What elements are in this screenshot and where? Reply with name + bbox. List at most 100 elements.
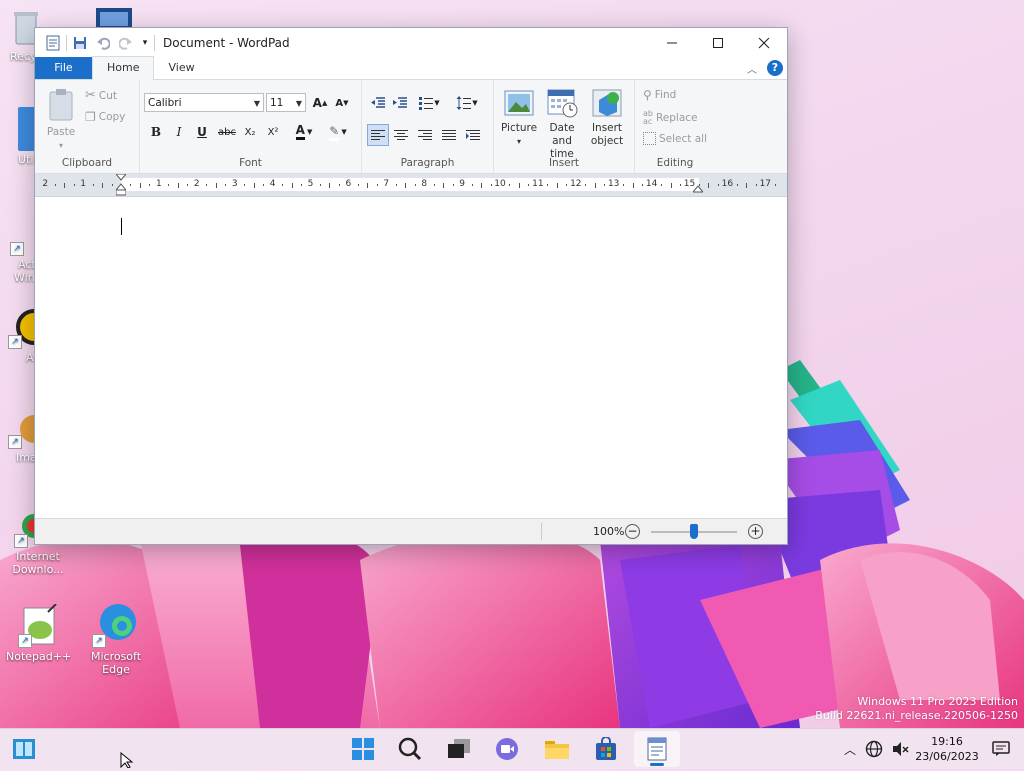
tab-home[interactable]: Home (92, 56, 155, 80)
find-button[interactable]: ⚲ Find (643, 88, 676, 102)
insert-object-button[interactable]: Insert object (586, 88, 628, 148)
tab-file[interactable]: File (35, 57, 92, 79)
text-color-button[interactable]: A ▼ (290, 122, 318, 142)
task-view-widget-icon[interactable] (10, 735, 38, 763)
teams-chat-button[interactable] (493, 735, 521, 763)
ruler-tick (680, 184, 682, 186)
chevron-down-icon: ▼ (295, 99, 302, 108)
wordpad-taskbar-button[interactable] (634, 731, 680, 767)
minimize-button[interactable] (649, 28, 695, 57)
align-right-button[interactable] (415, 125, 435, 145)
network-globe-icon[interactable] (862, 735, 886, 763)
ruler-tick (518, 182, 520, 188)
superscript-button[interactable]: X² (263, 122, 283, 142)
zoom-out-button[interactable]: − (625, 524, 640, 539)
customize-qat-chevron-icon[interactable]: ▾ (139, 33, 151, 53)
task-view-icon (448, 739, 470, 758)
zoom-slider-thumb[interactable] (690, 524, 698, 539)
volume-muted-icon[interactable] (888, 735, 912, 763)
ruler-tick (661, 184, 663, 186)
undo-icon[interactable] (93, 33, 113, 53)
zoom-in-button[interactable]: + (748, 524, 763, 539)
wordpad-app-icon[interactable] (43, 33, 63, 53)
replace-button[interactable]: ab ac Replace (643, 110, 698, 126)
save-icon[interactable] (70, 33, 90, 53)
decrease-indent-icon[interactable] (368, 93, 388, 113)
copy-button[interactable]: ❐ Copy (85, 110, 125, 124)
microsoft-store-button[interactable] (592, 735, 620, 763)
shortcut-arrow-icon: ↗ (14, 534, 28, 548)
insert-picture-button[interactable]: Picture ▾ (500, 88, 538, 148)
horizontal-ruler[interactable]: 2 1 1 2 3 4 5 6 7 8 9 10 11 12 13 14 15 16 17 (35, 173, 787, 197)
system-clock[interactable]: 19:16 23/06/2023 (912, 734, 982, 764)
ruler-number: 5 (307, 179, 314, 189)
right-indent-marker[interactable] (691, 184, 705, 194)
desktop-icon-microsoft-edge[interactable]: ↗ Microsoft Edge (84, 600, 148, 676)
close-button[interactable] (741, 28, 787, 57)
font-family-select[interactable]: Calibri ▼ (144, 93, 264, 112)
desktop-icon-label: Edge (102, 663, 130, 676)
wordpad-window[interactable]: ▾ Document - WordPad File Home View ︿ ? (34, 27, 788, 545)
document-editor[interactable] (35, 203, 787, 518)
clock-date: 23/06/2023 (915, 750, 979, 763)
paste-button[interactable]: Paste ▾ (45, 88, 77, 152)
ruler-number: 17 (759, 179, 772, 189)
left-indent-marker[interactable] (114, 173, 128, 196)
ruler-tick (623, 184, 625, 186)
desktop-icon-notepad-plus-plus[interactable]: ↗ Notepad++ (6, 603, 71, 663)
select-all-button[interactable]: Select all (643, 132, 707, 145)
insert-object-label-1: Insert (591, 122, 623, 134)
shortcut-arrow-icon: ↗ (18, 634, 32, 648)
help-button[interactable]: ? (767, 60, 783, 76)
minimize-ribbon-chevron-icon[interactable]: ︿ (747, 61, 757, 76)
find-label: Find (654, 89, 677, 101)
align-center-button[interactable] (391, 125, 411, 145)
insert-object-label-2: object (590, 135, 624, 147)
grow-font-button[interactable]: A ▲ (310, 93, 330, 113)
shrink-font-button[interactable]: A ▼ (332, 93, 352, 113)
maximize-button[interactable] (695, 28, 741, 57)
redo-icon[interactable] (116, 33, 136, 53)
group-label-font: Font (239, 157, 262, 169)
copy-label: Copy (98, 111, 126, 123)
increase-indent-icon[interactable] (390, 93, 410, 113)
ruler-tick (670, 182, 672, 188)
replace-label: Replace (655, 112, 698, 124)
ruler-tick (774, 184, 776, 186)
file-explorer-button[interactable] (543, 735, 571, 763)
title-bar[interactable]: ▾ Document - WordPad (35, 28, 787, 57)
subscript-button[interactable]: X₂ (240, 122, 260, 142)
folder-icon (545, 741, 569, 759)
ruler-tick (642, 184, 644, 186)
justify-button[interactable] (439, 125, 459, 145)
chevron-down-icon: ▼ (434, 99, 440, 107)
bullet-list-button[interactable]: ▼ (414, 93, 444, 113)
font-size-select[interactable]: 11 ▼ (266, 93, 306, 112)
insert-date-time-button[interactable]: Date and time (540, 88, 584, 161)
ruler-tick (755, 184, 757, 186)
italic-button[interactable]: I (169, 122, 189, 142)
highlight-color-button[interactable]: ✎ ▼ (324, 122, 352, 142)
paragraph-dialog-button[interactable] (463, 125, 483, 145)
task-view-button[interactable] (445, 735, 473, 763)
tab-view[interactable]: View (154, 57, 208, 79)
ruler-number: 4 (269, 179, 276, 189)
ruler-tick (253, 182, 255, 188)
show-hidden-icons-button[interactable]: ︿ (840, 735, 860, 763)
ruler-number: 14 (645, 179, 658, 189)
align-left-button[interactable] (367, 124, 389, 146)
font-family-value: Calibri (148, 97, 182, 109)
ruler-tick (168, 184, 170, 186)
bold-button[interactable]: B (146, 122, 166, 142)
cut-button[interactable]: ✂ Cut (85, 88, 117, 103)
strikethrough-button[interactable]: abc (215, 122, 239, 142)
line-spacing-button[interactable]: ▼ (452, 93, 482, 113)
insert-picture-label: Picture (500, 122, 538, 134)
zoom-slider[interactable] (651, 524, 737, 539)
notifications-button[interactable] (988, 735, 1014, 763)
text-cursor (121, 218, 122, 235)
start-button[interactable] (349, 735, 377, 763)
underline-button[interactable]: U (192, 122, 212, 142)
binoculars-icon: ⚲ (643, 88, 652, 102)
search-button[interactable] (396, 735, 424, 763)
